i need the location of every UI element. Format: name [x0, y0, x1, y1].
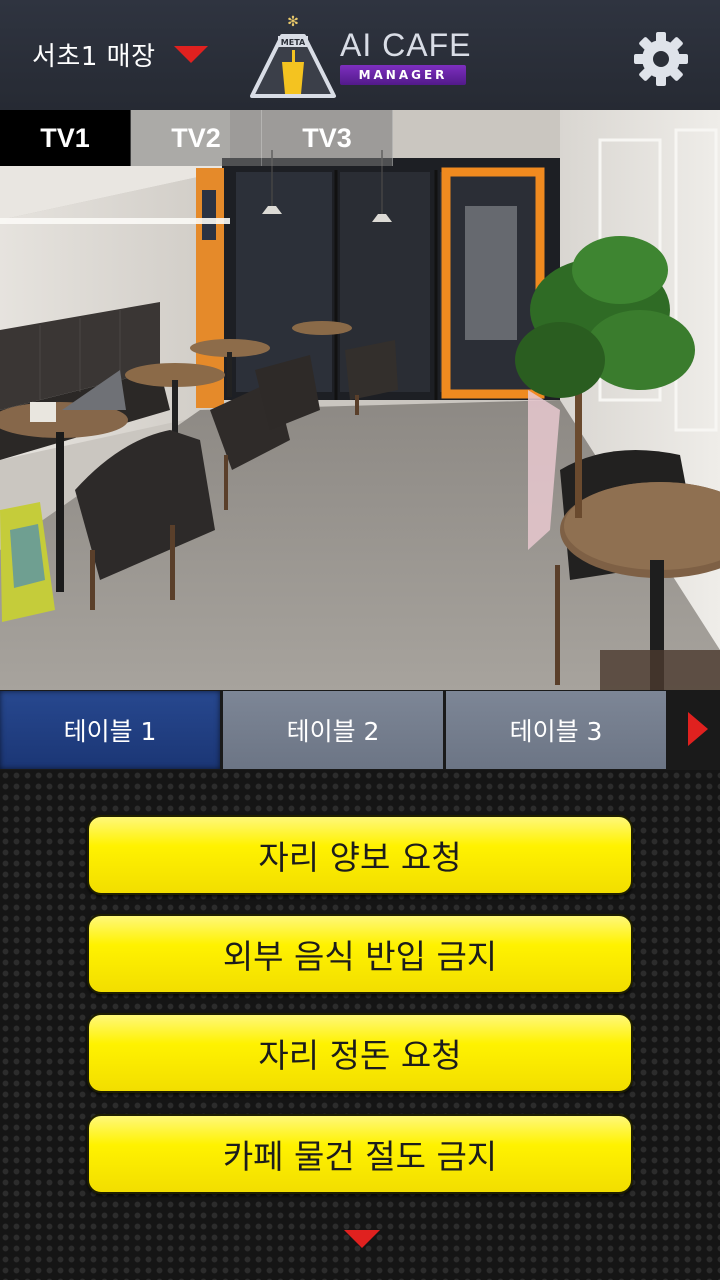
gear-icon[interactable]: [632, 30, 690, 88]
camera-tabs: TV1 TV2 TV3: [0, 110, 393, 166]
tab-tv1[interactable]: TV1: [0, 110, 131, 166]
store-name: 서초1 매장: [32, 42, 156, 72]
table-button-1[interactable]: 테이블 1: [0, 691, 220, 769]
logo-brand-text: AI CAFE: [340, 27, 472, 63]
app-header: 서초1 매장 META ✻ AI CAFE MANAGER: [0, 0, 720, 110]
message-button-tidy-seat[interactable]: 자리 정돈 요청: [87, 1013, 633, 1093]
logo-subtitle: MANAGER: [340, 65, 466, 85]
message-button-no-outside-food[interactable]: 외부 음식 반입 금지: [87, 914, 633, 994]
table-button-2[interactable]: 테이블 2: [223, 691, 443, 769]
caret-down-icon[interactable]: [344, 1230, 380, 1248]
store-selector[interactable]: 서초1 매장: [32, 36, 208, 73]
meta-cup-logo-icon: META ✻: [250, 14, 336, 98]
app-screen: 서초1 매장 META ✻ AI CAFE MANAGER TV1 TV2 TV…: [0, 0, 720, 1280]
message-panel: 자리 양보 요청 외부 음식 반입 금지 자리 정돈 요청 카페 물건 절도 금…: [0, 770, 720, 1280]
logo-badge-text: META: [281, 38, 306, 47]
cafe-camera-feed: [0, 110, 720, 690]
caret-right-icon[interactable]: [688, 712, 708, 746]
table-button-3[interactable]: 테이블 3: [446, 691, 666, 769]
message-button-no-theft[interactable]: 카페 물건 절도 금지: [87, 1114, 633, 1194]
table-selector: 테이블 1 테이블 2 테이블 3: [0, 690, 720, 770]
camera-view: TV1 TV2 TV3: [0, 110, 720, 690]
caret-down-icon: [173, 46, 208, 63]
tab-tv2[interactable]: TV2: [131, 110, 262, 166]
message-button-yield-seat[interactable]: 자리 양보 요청: [87, 815, 633, 895]
app-logo: META ✻ AI CAFE MANAGER: [248, 14, 478, 98]
tab-tv3[interactable]: TV3: [262, 110, 393, 166]
svg-text:✻: ✻: [287, 14, 299, 30]
